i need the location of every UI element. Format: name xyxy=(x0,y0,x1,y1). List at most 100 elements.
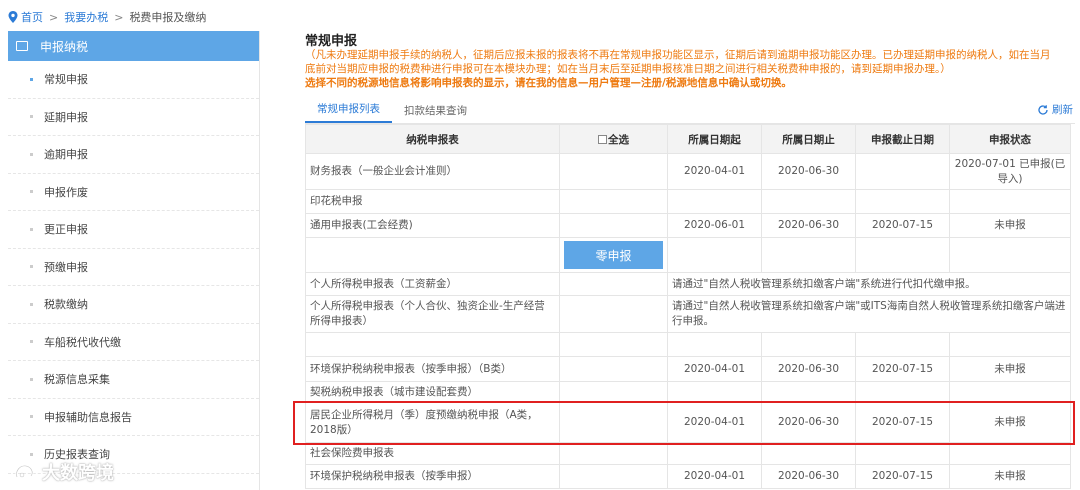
cell-deadline: 2020-07-15 xyxy=(855,213,950,238)
cell-select xyxy=(559,442,668,465)
main-content: 常规申报 （凡未办理延期申报手续的纳税人，征期后应报未报的报表将不再在常规申报功… xyxy=(305,30,1075,489)
bullet-icon xyxy=(30,377,33,381)
cell-status: 2020-07-01 已申报(已导入) xyxy=(949,153,1071,190)
breadcrumb-level2-link[interactable]: 我要办税 xyxy=(64,9,108,25)
table-row[interactable]: 居民企业所得税月（季）度预缴纳税申报（A类，2018版） 2020-04-01 … xyxy=(305,402,1071,443)
bullet-icon xyxy=(30,190,33,194)
table-row[interactable]: 通用申报表(工会经费) 2020-06-01 2020-06-30 2020-0… xyxy=(305,213,1071,238)
cell-note: 请通过"自然人税收管理系统扣缴客户端"系统进行代扣代缴申报。 xyxy=(667,272,1071,296)
cell-end: 2020-06-30 xyxy=(761,356,856,382)
tab-bar: 常规申报列表 扣款结果查询 刷新 xyxy=(305,100,1075,124)
table-row[interactable]: 环境保护税纳税申报表（按季申报）（B类） 2020-04-01 2020-06-… xyxy=(305,356,1071,382)
location-pin-icon xyxy=(8,11,18,23)
sidebar-item-correct-filing[interactable]: 更正申报 xyxy=(8,211,259,249)
cell-end: 2020-06-30 xyxy=(761,402,856,443)
sidebar-item-tax-payment[interactable]: 税款缴纳 xyxy=(8,286,259,324)
bullet-icon xyxy=(30,340,33,344)
cell-name: 个人所得税申报表（个人合伙、独资企业-生产经营所得申报表） xyxy=(305,295,560,333)
cell-name: 通用申报表(工会经费) xyxy=(305,213,560,238)
cell-start: 2020-04-01 xyxy=(667,402,762,443)
bullet-icon xyxy=(30,227,33,231)
table-row[interactable]: 契税纳税申报表（城市建设配套费） xyxy=(305,381,1071,403)
breadcrumb-separator: > xyxy=(114,10,124,24)
sidebar-item-label: 常规申报 xyxy=(44,73,88,87)
sidebar-item-label: 税款缴纳 xyxy=(44,298,88,312)
table-header-row: 纳税申报表 全选 所属日期起 所属日期止 申报截止日期 申报状态 xyxy=(305,124,1071,154)
cell-start: 2020-06-01 xyxy=(667,213,762,238)
col-header-status: 申报状态 xyxy=(949,124,1071,154)
cell-select xyxy=(559,295,668,333)
cell-deadline: 2020-07-15 xyxy=(855,402,950,443)
sidebar-item-tax-source[interactable]: 税源信息采集 xyxy=(8,361,259,399)
tab-regular-list[interactable]: 常规申报列表 xyxy=(305,101,392,123)
page-title: 常规申报 xyxy=(305,34,358,49)
bullet-icon xyxy=(30,302,33,306)
cell-note: 请通过"自然人税收管理系统扣缴客户端"或ITS海南自然人税收管理系统扣缴客户端进… xyxy=(667,295,1071,333)
cell-deadline xyxy=(855,153,950,190)
sidebar: 申报纳税 常规申报 延期申报 逾期申报 申报作废 更正申报 预缴申报 税款缴纳 … xyxy=(8,31,260,490)
cell-status: 未申报 xyxy=(949,402,1071,443)
cell-end: 2020-06-30 xyxy=(761,153,856,190)
breadcrumb-current: 税费申报及缴纳 xyxy=(129,11,207,24)
sidebar-item-regular-filing[interactable]: 常规申报 xyxy=(8,61,259,99)
col-header-end: 所属日期止 xyxy=(761,124,856,154)
sidebar-item-label: 延期申报 xyxy=(44,110,88,124)
notice-line: 底前对当期应申报的税费种进行申报可在本模块办理；如在当月末后至延期申报核准日期之… xyxy=(305,63,951,75)
sidebar-item-label: 车船税代收代缴 xyxy=(44,335,121,349)
cell-select xyxy=(559,272,668,296)
table-row[interactable]: 印花税申报 xyxy=(305,189,1071,214)
sidebar-item-vehicle-tax[interactable]: 车船税代收代缴 xyxy=(8,324,259,361)
refresh-icon xyxy=(1038,104,1048,115)
table-row[interactable]: 财务报表（一般企业会计准则） 2020-04-01 2020-06-30 202… xyxy=(305,153,1071,190)
bullet-icon xyxy=(30,115,33,119)
cell-start: 2020-04-01 xyxy=(667,464,762,489)
bullet-icon xyxy=(30,452,33,456)
cell-start: 2020-04-01 xyxy=(667,153,762,190)
notice-strong-text: 选择不同的税源地信息将影响申报表的显示，请在我的信息—用户管理—注册/税源地信息… xyxy=(305,77,792,89)
watermark: 大数跨境 xyxy=(14,459,114,485)
col-header-name: 纳税申报表 xyxy=(305,124,560,154)
select-all-checkbox[interactable] xyxy=(598,134,607,144)
sidebar-item-overdue-filing[interactable]: 逾期申报 xyxy=(8,136,259,174)
cell-status: 未申报 xyxy=(949,464,1071,489)
sidebar-header-label: 申报纳税 xyxy=(40,39,89,54)
window-icon xyxy=(16,41,28,51)
breadcrumb-home-link[interactable]: 首页 xyxy=(21,9,43,25)
sidebar-header[interactable]: 申报纳税 xyxy=(8,31,259,61)
cell-name: 环境保护税纳税申报表（按季申报）（B类） xyxy=(305,356,560,382)
bullet-icon xyxy=(30,265,33,269)
sidebar-item-label: 申报辅助信息报告 xyxy=(44,410,132,424)
sidebar-item-prepay-filing[interactable]: 预缴申报 xyxy=(8,249,259,286)
table-row[interactable]: 环境保护税纳税申报表（按季申报） 2020-04-01 2020-06-30 2… xyxy=(305,464,1071,489)
table-row[interactable]: 个人所得税申报表（工资薪金） 请通过"自然人税收管理系统扣缴客户端"系统进行代扣… xyxy=(305,272,1071,296)
zero-filing-button[interactable]: 零申报 xyxy=(564,241,663,269)
bullet-icon xyxy=(30,415,33,419)
watermark-text: 大数跨境 xyxy=(42,463,114,484)
cell-select xyxy=(559,213,668,238)
sidebar-item-label: 逾期申报 xyxy=(44,148,88,162)
cell-end: 2020-06-30 xyxy=(761,213,856,238)
refresh-button[interactable]: 刷新 xyxy=(1037,102,1073,117)
refresh-label: 刷新 xyxy=(1052,104,1073,116)
sidebar-item-label: 更正申报 xyxy=(44,223,88,237)
sidebar-item-deferred-filing[interactable]: 延期申报 xyxy=(8,99,259,136)
sidebar-item-aux-report[interactable]: 申报辅助信息报告 xyxy=(8,399,259,436)
breadcrumb-separator: > xyxy=(49,10,59,24)
bullet-icon xyxy=(30,152,33,156)
table-row[interactable]: 社会保险费申报表 xyxy=(305,442,1071,465)
cell-name: 个人所得税申报表（工资薪金） xyxy=(305,272,560,296)
cell-select xyxy=(559,402,668,443)
sidebar-item-label: 预缴申报 xyxy=(44,260,88,274)
filing-table: 纳税申报表 全选 所属日期起 所属日期止 申报截止日期 申报状态 财务报表（一般… xyxy=(305,124,1071,489)
cell-select xyxy=(559,153,668,190)
cell-select xyxy=(559,464,668,489)
cell-status: 未申报 xyxy=(949,213,1071,238)
cell-name: 环境保护税纳税申报表（按季申报） xyxy=(305,464,560,489)
cell-select xyxy=(559,356,668,382)
table-row[interactable]: 个人所得税申报表（个人合伙、独资企业-生产经营所得申报表） 请通过"自然人税收管… xyxy=(305,295,1071,333)
sidebar-item-void-filing[interactable]: 申报作废 xyxy=(8,174,259,211)
cell-name: 印花税申报 xyxy=(305,189,560,214)
zero-filing-row: 零申报 xyxy=(305,237,1071,273)
tab-deduction-result[interactable]: 扣款结果查询 xyxy=(392,103,479,123)
col-header-select: 全选 xyxy=(559,124,668,154)
